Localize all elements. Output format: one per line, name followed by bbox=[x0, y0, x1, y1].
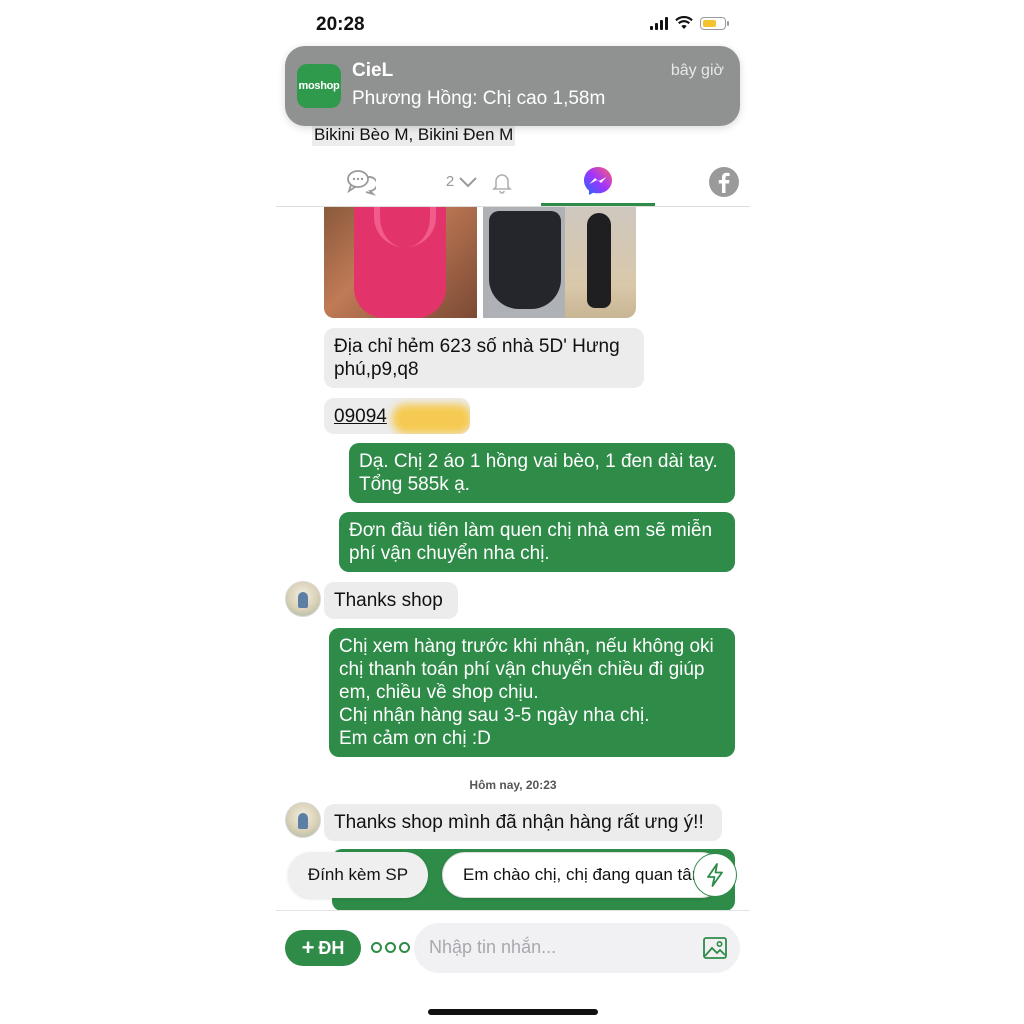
chevron-down-icon bbox=[459, 176, 477, 187]
phone-number-link[interactable]: 09094 bbox=[334, 406, 387, 427]
bell-icon bbox=[492, 173, 513, 194]
facebook-icon bbox=[709, 166, 739, 197]
attach-product-chip[interactable]: Đính kèm SP bbox=[288, 852, 428, 898]
phone-screen: 20:28 Bikini Bèo M, Bikini Đen M moshop … bbox=[276, 0, 750, 1024]
status-icons bbox=[650, 16, 729, 30]
image-attach-icon[interactable] bbox=[702, 935, 728, 961]
more-options-icon[interactable] bbox=[371, 942, 410, 953]
thanks-text: Thanks shop bbox=[334, 590, 443, 611]
outgoing-message: Đơn đầu tiên làm quen chị nhà em sẽ miễn… bbox=[339, 512, 735, 572]
lightning-icon bbox=[707, 863, 723, 887]
messenger-icon bbox=[584, 166, 612, 195]
customer-avatar[interactable] bbox=[285, 802, 321, 838]
chat-bubbles-icon bbox=[347, 169, 376, 196]
create-order-button[interactable]: + ĐH bbox=[285, 930, 361, 966]
tab-notifications[interactable]: 2 bbox=[440, 158, 520, 205]
home-indicator[interactable] bbox=[428, 1009, 598, 1015]
battery-icon bbox=[700, 16, 729, 30]
chat-thread[interactable]: Địa chỉ hẻm 623 số nhà 5D' Hưng phú,p9,q… bbox=[276, 207, 750, 910]
outgoing-message: Dạ. Chị 2 áo 1 hồng vai bèo, 1 đen dài t… bbox=[349, 443, 735, 503]
policy-text: Chị xem hàng trước khi nhận, nếu không o… bbox=[339, 636, 714, 703]
incoming-message: Thanks shop mình đã nhận hàng rất ưng ý!… bbox=[324, 804, 722, 841]
delivery-time-text: Chị nhận hàng sau 3-5 ngày nha chị. bbox=[339, 705, 650, 726]
channel-tabs: 2 bbox=[276, 158, 750, 207]
order-summary: Bikini Bèo M, Bikini Đen M bbox=[312, 124, 516, 146]
pink-swimsuit-photo[interactable] bbox=[324, 207, 477, 318]
message-timestamp: Hôm nay, 20:23 bbox=[469, 778, 557, 792]
tab-messenger[interactable] bbox=[541, 158, 655, 206]
outgoing-message: Chị xem hàng trước khi nhận, nếu không o… bbox=[329, 628, 735, 757]
address-text: Địa chỉ hẻm 623 số nhà 5D' Hưng phú,p9,q… bbox=[334, 336, 620, 380]
message-input-placeholder: Nhập tin nhắn... bbox=[429, 937, 557, 957]
product-photos[interactable] bbox=[324, 207, 636, 318]
status-time: 20:28 bbox=[316, 14, 365, 35]
incoming-message: Thanks shop bbox=[324, 582, 458, 619]
notification-count: 2 bbox=[445, 173, 455, 190]
tab-chat[interactable] bbox=[338, 158, 384, 205]
create-order-label: ĐH bbox=[318, 937, 345, 958]
notification-title: CieL bbox=[352, 60, 394, 81]
message-input[interactable]: Nhập tin nhắn... bbox=[414, 923, 740, 973]
notification-banner[interactable]: moshop CieL bây giờ Phương Hồng: Chị cao… bbox=[285, 46, 740, 126]
thank-you-text: Em cảm ơn chị :D bbox=[339, 728, 491, 749]
notification-time: bây giờ bbox=[670, 62, 724, 79]
black-swimsuit-photo[interactable] bbox=[483, 207, 636, 318]
received-text: Thanks shop mình đã nhận hàng rất ưng ý!… bbox=[334, 812, 704, 833]
tab-facebook[interactable] bbox=[700, 158, 748, 205]
quick-reply-button[interactable] bbox=[693, 853, 737, 897]
incoming-message: Địa chỉ hẻm 623 số nhà 5D' Hưng phú,p9,q… bbox=[324, 328, 644, 388]
greeting-reply-label: Em chào chị, chị đang quan tâm bbox=[463, 865, 706, 884]
composer-bar: + ĐH Nhập tin nhắn... bbox=[276, 910, 750, 1024]
plus-icon: + bbox=[301, 935, 315, 960]
wifi-icon bbox=[675, 16, 693, 29]
attach-product-label: Đính kèm SP bbox=[307, 865, 409, 884]
notification-body: Phương Hồng: Chị cao 1,58m bbox=[352, 88, 606, 109]
signal-icon bbox=[650, 16, 668, 30]
order-confirm-text: Dạ. Chị 2 áo 1 hồng vai bèo, 1 đen dài t… bbox=[359, 451, 718, 495]
customer-avatar[interactable] bbox=[285, 581, 321, 617]
incoming-message: 09094 bbox=[324, 398, 470, 434]
redaction-blur bbox=[392, 404, 470, 434]
moshop-app-icon: moshop bbox=[297, 64, 341, 108]
greeting-reply-chip[interactable]: Em chào chị, chị đang quan tâm bbox=[442, 852, 724, 898]
free-shipping-text: Đơn đầu tiên làm quen chị nhà em sẽ miễn… bbox=[349, 520, 713, 564]
